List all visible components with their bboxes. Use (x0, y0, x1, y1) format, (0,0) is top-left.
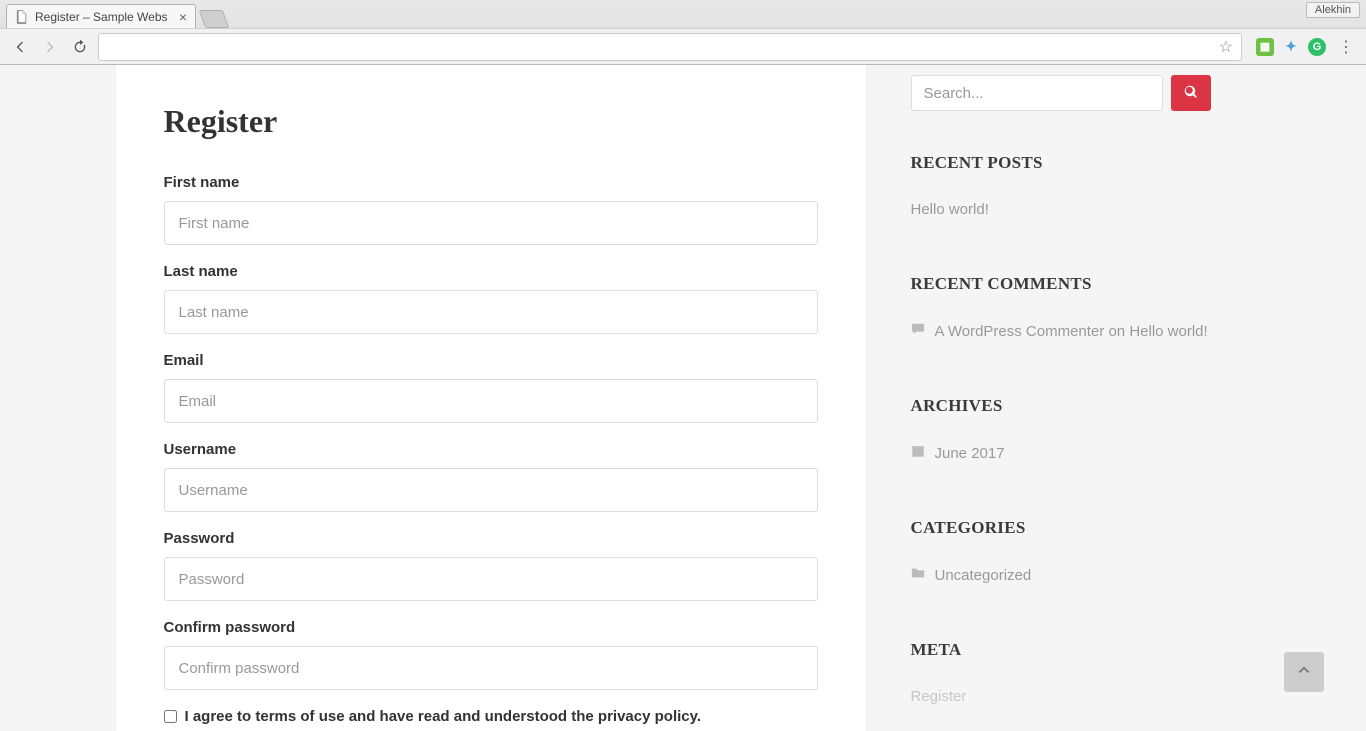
meta-widget: META Register (911, 640, 1211, 713)
extension-icon-grammarly[interactable]: G (1308, 38, 1326, 56)
browser-tab[interactable]: Register – Sample Webs × (6, 4, 196, 28)
confirm-password-input[interactable] (164, 646, 818, 690)
search-button[interactable] (1171, 75, 1211, 111)
close-icon[interactable]: × (179, 10, 187, 24)
search-icon (1184, 85, 1198, 102)
register-form-card: Register First name Last name Email User… (116, 65, 866, 731)
folder-icon (911, 566, 925, 584)
recent-posts-title: RECENT POSTS (911, 153, 1211, 173)
profile-chip[interactable]: Alekhin (1306, 2, 1360, 18)
page-title: Register (164, 103, 818, 140)
scroll-to-top-button[interactable] (1284, 652, 1324, 692)
recent-post-link[interactable]: Hello world! (911, 193, 1211, 226)
categories-title: CATEGORIES (911, 518, 1211, 538)
agree-label[interactable]: I agree to terms of use and have read an… (185, 708, 702, 725)
categories-widget: CATEGORIES Uncategorized (911, 518, 1211, 592)
browser-chrome: Register – Sample Webs × Alekhin ☆ ▦ ✦ G… (0, 0, 1366, 65)
recent-comments-widget: RECENT COMMENTS A WordPress Commenter on… (911, 274, 1211, 348)
archives-widget: ARCHIVES June 2017 (911, 396, 1211, 470)
reload-button[interactable] (68, 35, 92, 59)
new-tab-button[interactable] (199, 10, 230, 28)
forward-button[interactable] (38, 35, 62, 59)
address-bar[interactable]: ☆ (98, 33, 1242, 61)
extension-icon-2[interactable]: ✦ (1282, 38, 1300, 56)
star-icon[interactable]: ☆ (1219, 37, 1233, 57)
chevron-up-icon (1297, 663, 1311, 682)
extension-icons: ▦ ✦ G ⋮ (1256, 37, 1358, 57)
agree-checkbox[interactable] (164, 710, 177, 723)
extension-icon-1[interactable]: ▦ (1256, 38, 1274, 56)
username-label: Username (164, 441, 818, 458)
browser-menu-icon[interactable]: ⋮ (1334, 37, 1358, 57)
meta-title: META (911, 640, 1211, 660)
email-input[interactable] (164, 379, 818, 423)
recent-posts-widget: RECENT POSTS Hello world! (911, 153, 1211, 226)
sidebar: RECENT POSTS Hello world! RECENT COMMENT… (896, 65, 1226, 731)
password-input[interactable] (164, 557, 818, 601)
tab-strip: Register – Sample Webs × Alekhin (0, 0, 1366, 28)
password-label: Password (164, 530, 818, 547)
file-icon (15, 10, 29, 24)
recent-comments-title: RECENT COMMENTS (911, 274, 1211, 294)
tab-title: Register – Sample Webs (35, 10, 173, 24)
last-name-label: Last name (164, 263, 818, 280)
calendar-icon (911, 444, 925, 462)
search-input[interactable] (911, 75, 1163, 111)
archives-title: ARCHIVES (911, 396, 1211, 416)
meta-register-link[interactable]: Register (911, 680, 1211, 713)
first-name-input[interactable] (164, 201, 818, 245)
username-input[interactable] (164, 468, 818, 512)
page-viewport[interactable]: Register First name Last name Email User… (0, 65, 1366, 731)
last-name-input[interactable] (164, 290, 818, 334)
url-input[interactable] (107, 39, 1219, 54)
comment-icon (911, 322, 925, 340)
email-label: Email (164, 352, 818, 369)
category-link[interactable]: Uncategorized (911, 558, 1211, 592)
recent-comment-link[interactable]: A WordPress Commenter on Hello world! (911, 314, 1211, 348)
nav-toolbar: ☆ ▦ ✦ G ⋮ (0, 28, 1366, 64)
archive-link[interactable]: June 2017 (911, 436, 1211, 470)
back-button[interactable] (8, 35, 32, 59)
first-name-label: First name (164, 174, 818, 191)
confirm-password-label: Confirm password (164, 619, 818, 636)
